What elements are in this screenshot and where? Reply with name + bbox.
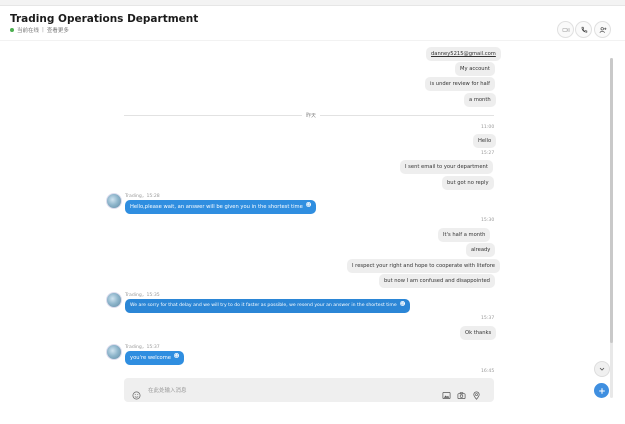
subtitle-separator: |: [42, 27, 44, 33]
message-bubble: a month: [464, 93, 496, 107]
location-icon: [473, 391, 480, 400]
emoji-icon: [132, 391, 141, 400]
message-bubble: but got no reply: [442, 176, 494, 190]
agent-message-bubble: We are sorry for that delay and we will …: [125, 299, 410, 313]
agent-message-bubble: you're welcome ☺: [125, 351, 184, 365]
video-icon: [561, 27, 570, 32]
reaction-icon[interactable]: ☺: [173, 353, 179, 358]
add-person-icon: [599, 26, 606, 33]
agent-avatar[interactable]: [106, 344, 122, 360]
message-timestamp: 16:45: [481, 369, 495, 374]
message-bubble: Ok thanks: [460, 326, 497, 340]
reaction-icon[interactable]: ☺: [305, 202, 311, 207]
view-more-link[interactable]: 查看更多: [47, 26, 69, 34]
header-divider: [0, 40, 625, 41]
message-bubble: I respect your right and hope to coopera…: [347, 259, 500, 273]
chat-subtitle: 当前在线 | 查看更多: [10, 26, 69, 34]
agent-message-text: We are sorry for that delay and we will …: [130, 303, 397, 308]
date-divider-label: 昨天: [302, 112, 321, 119]
agent-message-text: Hello,please wait, an answer will be giv…: [130, 204, 303, 210]
add-participant-button[interactable]: [594, 21, 611, 38]
voice-call-button[interactable]: [575, 21, 592, 38]
add-attachment-button[interactable]: [594, 383, 609, 398]
message-bubble: My account: [455, 62, 495, 76]
message-bubble: It's half a month: [438, 228, 491, 242]
message-timestamp: 15:37: [481, 316, 495, 321]
emoji-button[interactable]: [132, 385, 141, 400]
message-bubble: I sent email to your department: [400, 160, 493, 174]
camera-button[interactable]: [457, 385, 466, 400]
message-bubble: but now I am confused and disappointed: [379, 274, 495, 288]
chat-header: Trading Operations Department 当前在线 | 查看更…: [0, 6, 625, 40]
video-call-button[interactable]: [557, 21, 574, 38]
agent-message-bubble: Hello,please wait, an answer will be giv…: [125, 200, 316, 214]
online-status-dot: [10, 28, 14, 32]
chat-title: Trading Operations Department: [10, 13, 199, 25]
plus-icon: [598, 387, 605, 394]
reaction-icon[interactable]: ☺: [399, 301, 405, 306]
image-button[interactable]: [442, 385, 451, 400]
agent-message-text: you're welcome: [130, 355, 171, 361]
message-bubble: is under review for half: [425, 77, 495, 91]
message-timestamp: 15:27: [481, 151, 495, 156]
sender-label: Trading，15:35: [125, 293, 160, 298]
sender-label: Trading，15:37: [125, 345, 160, 350]
sender-label: Trading，15:28: [125, 194, 160, 199]
scroll-to-bottom-button[interactable]: [594, 361, 610, 377]
location-button[interactable]: [472, 385, 481, 400]
image-icon: [442, 391, 451, 400]
agent-avatar[interactable]: [106, 292, 122, 308]
message-bubble-email[interactable]: danney5215@gmail.com: [426, 47, 501, 61]
message-bubble: already: [466, 243, 496, 257]
message-bubble: Hello: [473, 134, 497, 148]
message-timestamp: 15:30: [481, 218, 495, 223]
agent-avatar[interactable]: [106, 193, 122, 209]
message-input[interactable]: 在此处输入消息: [148, 386, 187, 394]
chat-scrollbar-thumb[interactable]: [610, 58, 613, 343]
chevron-down-icon: [599, 367, 605, 371]
online-status-text: 当前在线: [17, 28, 40, 34]
message-timestamp: 11:00: [481, 125, 495, 130]
camera-icon: [457, 392, 466, 400]
phone-icon: [581, 26, 587, 33]
